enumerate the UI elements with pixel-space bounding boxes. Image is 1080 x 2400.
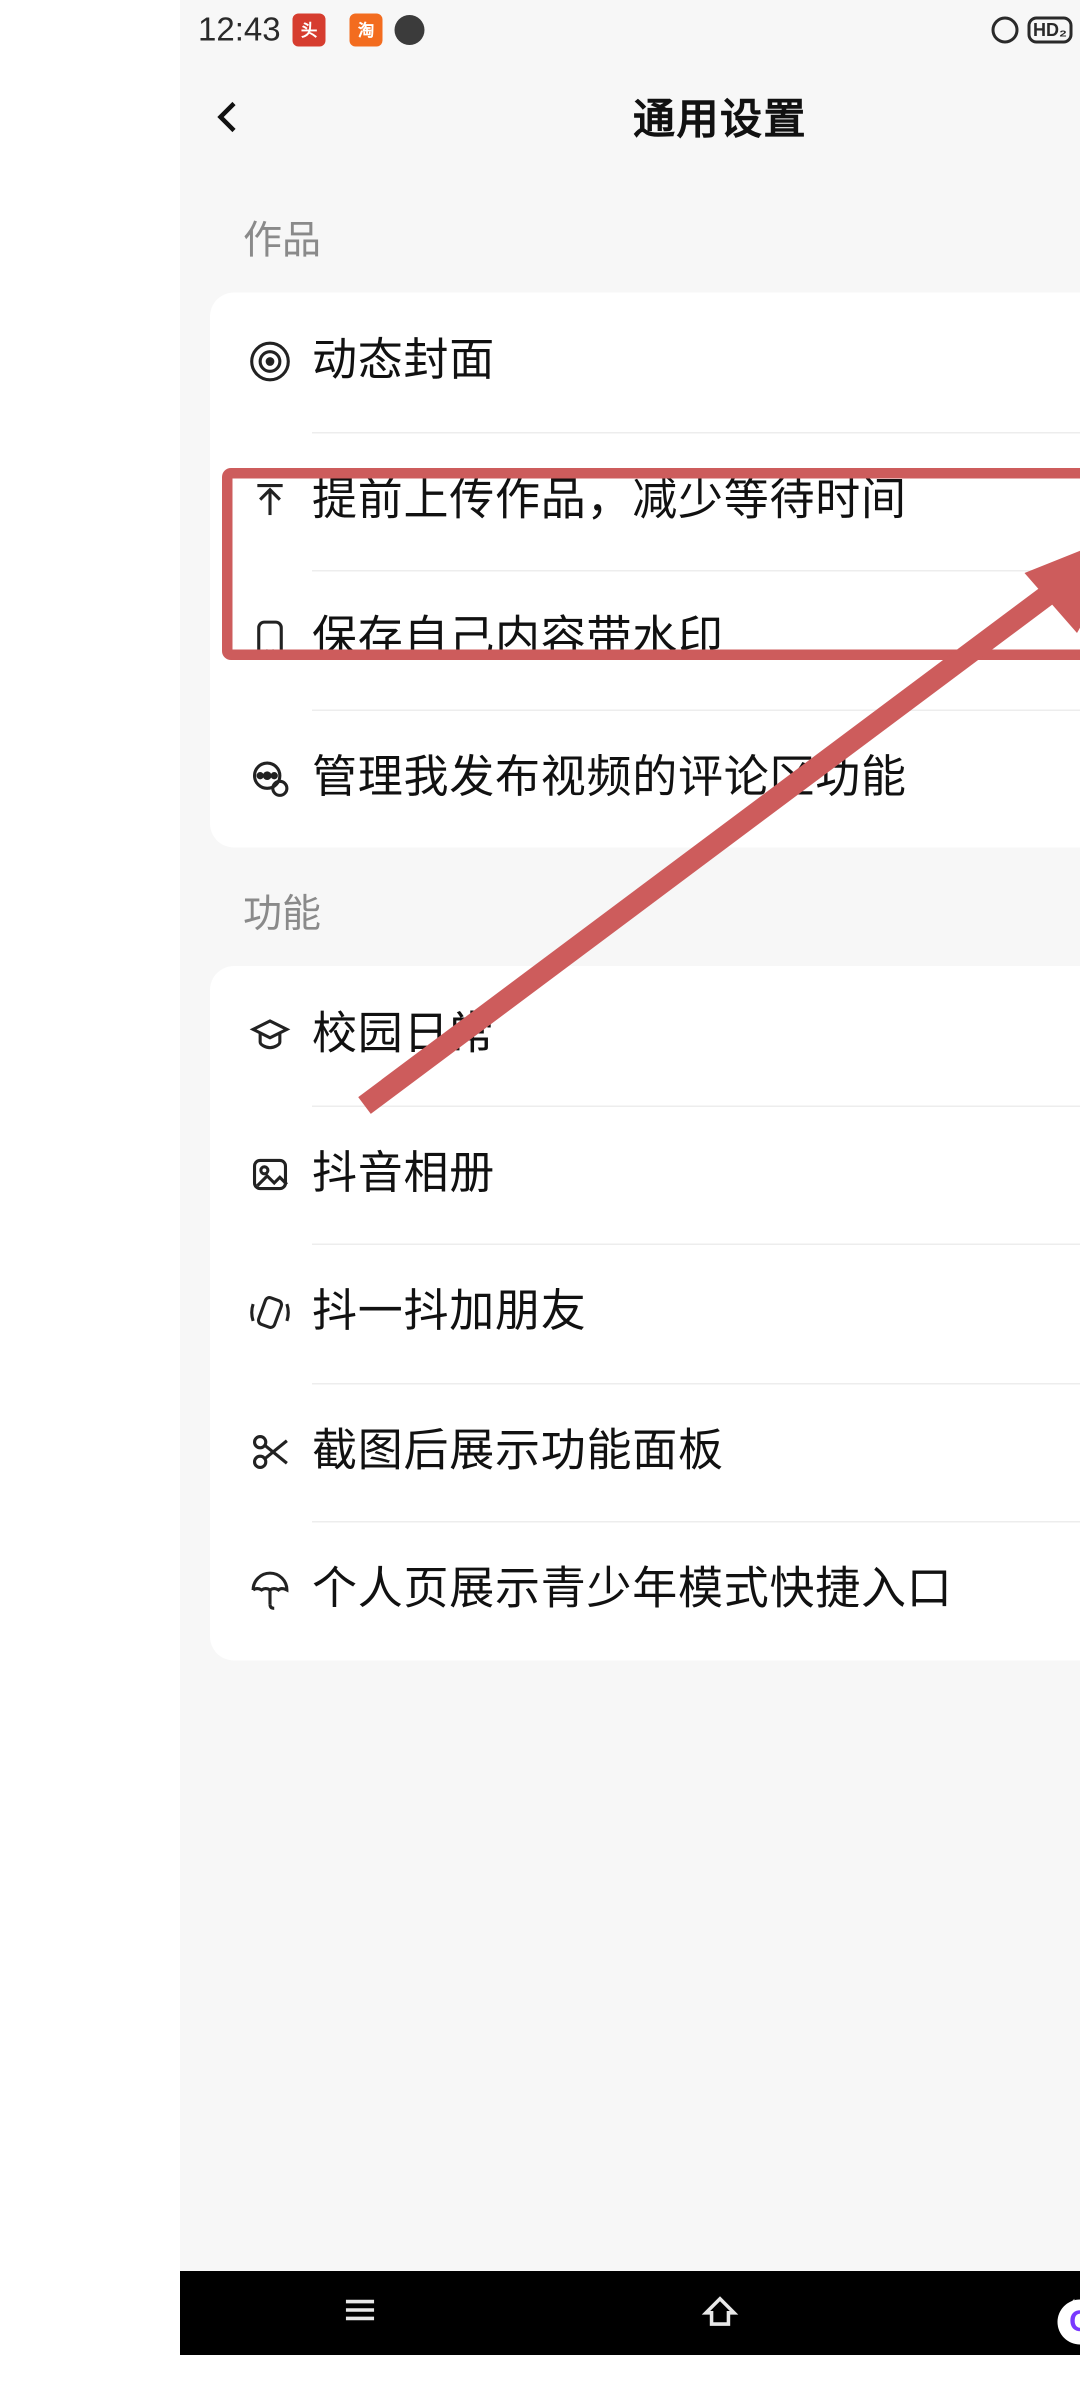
nav-back-button[interactable] (1058, 2287, 1080, 2340)
shake-icon (240, 1290, 300, 1335)
app-header: 通用设置 (180, 60, 1080, 174)
row-label: 校园日常 (312, 1005, 1080, 1066)
image-icon (240, 1152, 300, 1197)
row-comment-mgmt[interactable]: 管理我发布视频的评论区功能 (210, 709, 1080, 848)
row-campus[interactable]: 校园日常 (210, 966, 1080, 1105)
status-right: HD₂ G 5G 79 (991, 8, 1080, 52)
row-album[interactable]: 抖音相册 (210, 1105, 1080, 1244)
app-icon-taobao: 淘 (350, 14, 383, 47)
status-left: 12:43 头 淘 (198, 11, 425, 50)
row-label: 个人页展示青少年模式快捷入口 (312, 1560, 1080, 1621)
status-time: 12:43 (198, 11, 281, 50)
hd-badge: HD₂ (1027, 17, 1073, 44)
section-label-features: 功能 (180, 848, 1080, 967)
row-label: 抖一抖加朋友 (312, 1283, 1080, 1344)
android-nav-bar (180, 2271, 1080, 2355)
row-teen-mode[interactable]: 个人页展示青少年模式快捷入口 (210, 1521, 1080, 1660)
page-title: 通用设置 (633, 87, 807, 147)
chevron-left-icon (210, 99, 246, 135)
row-dynamic-cover[interactable]: 动态封面 (210, 293, 1080, 432)
section-label-works: 作品 (180, 174, 1080, 293)
row-pre-upload[interactable]: 提前上传作品，减少等待时间 (210, 431, 1080, 570)
umbrella-icon (240, 1568, 300, 1613)
dynamic-cover-icon (240, 339, 300, 384)
graduation-cap-icon (240, 1013, 300, 1058)
row-label: 提前上传作品，减少等待时间 (312, 470, 1080, 531)
row-shake[interactable]: 抖一抖加朋友 (210, 1244, 1080, 1383)
row-label: 动态封面 (312, 332, 1080, 393)
upload-icon (240, 478, 300, 523)
row-screenshot[interactable]: 截图后展示功能面板 (210, 1382, 1080, 1521)
scissors-icon (240, 1429, 300, 1474)
back-button[interactable] (198, 87, 258, 147)
row-save-watermark[interactable]: 保存自己内容带水印 (210, 570, 1080, 709)
nav-home-button[interactable] (698, 2287, 743, 2340)
alarm-icon (991, 17, 1018, 44)
row-label: 截图后展示功能面板 (312, 1421, 1080, 1482)
row-label: 管理我发布视频的评论区功能 (312, 748, 1080, 809)
status-bar: 12:43 头 淘 HD₂ G 5G 79 (180, 0, 1080, 60)
comment-settings-icon (240, 756, 300, 801)
phone-icon (240, 617, 300, 662)
card-works: 动态封面 提前上传作品，减少等待时间 保存自己内容带水印 管理我发布视频的评论区… (210, 293, 1080, 848)
row-label: 保存自己内容带水印 (312, 609, 1080, 670)
notification-dot-icon (395, 15, 425, 45)
app-icon-toutiao: 头 (293, 14, 326, 47)
screen: 12:43 头 淘 HD₂ G 5G 79 通用设置 (180, 0, 1080, 2355)
row-label: 抖音相册 (312, 1144, 1080, 1205)
nav-recent-button[interactable] (338, 2287, 383, 2340)
card-features: 校园日常 抖音相册 抖一抖加朋友 截图后展示功能面板 (210, 966, 1080, 1660)
